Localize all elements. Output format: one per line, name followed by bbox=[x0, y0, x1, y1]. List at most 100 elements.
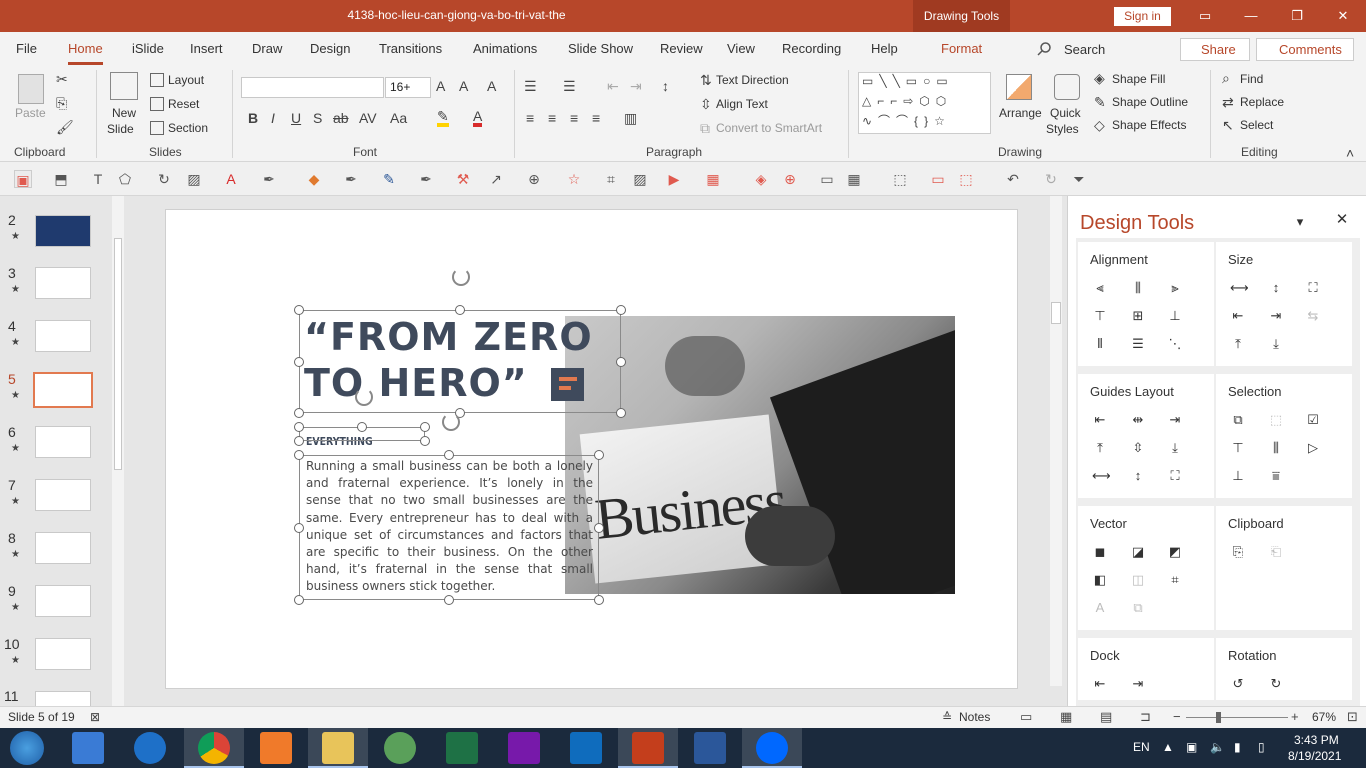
font-name-select[interactable] bbox=[241, 77, 384, 98]
numbering-icon[interactable]: ☰ bbox=[563, 79, 576, 93]
justify-icon[interactable]: ≡ bbox=[592, 111, 600, 125]
slide-canvas[interactable]: Business “FROM ZERO TO HERO” EVERYTHING … bbox=[165, 209, 1018, 689]
align-center-icon[interactable]: ⫼ bbox=[1130, 280, 1146, 296]
new-slide-icon[interactable] bbox=[110, 72, 138, 100]
find-icon[interactable]: ⌕ bbox=[1222, 71, 1230, 85]
tab-insert[interactable]: Insert bbox=[190, 41, 223, 56]
select-icon[interactable]: ↖ bbox=[1222, 118, 1234, 132]
same-width-icon[interactable]: ⟷ bbox=[1230, 280, 1249, 296]
accessibility-icon[interactable]: ⊠ bbox=[90, 710, 100, 724]
resize-handle[interactable] bbox=[616, 408, 626, 418]
resize-handle[interactable] bbox=[294, 523, 304, 533]
guide-fill-width-icon[interactable]: ⟷ bbox=[1092, 468, 1111, 484]
pane-options-icon[interactable]: ▾ bbox=[1292, 214, 1308, 230]
paste-icon[interactable] bbox=[18, 74, 44, 104]
resize-handle[interactable] bbox=[594, 523, 604, 533]
resize-handle[interactable] bbox=[294, 436, 304, 446]
tab-format[interactable]: Format bbox=[941, 41, 982, 56]
resize-handle[interactable] bbox=[616, 357, 626, 367]
slide-sorter-icon[interactable]: ▦ bbox=[1060, 710, 1072, 724]
extend-top-icon[interactable]: ⤒ bbox=[1230, 336, 1246, 352]
extend-right-icon[interactable]: ⇥ bbox=[1268, 308, 1284, 324]
union-icon[interactable]: ◼ bbox=[1092, 544, 1108, 560]
shape-fill-icon[interactable]: ◈ bbox=[1094, 71, 1105, 85]
slide-tool-icon[interactable]: ▣ bbox=[14, 170, 32, 188]
guide-left-icon[interactable]: ⇤ bbox=[1092, 412, 1108, 428]
align-top-icon[interactable]: ⊤ bbox=[1092, 308, 1108, 324]
align-text-icon[interactable]: ⇳ bbox=[700, 97, 712, 111]
pane-close-icon[interactable]: ✕ bbox=[1334, 212, 1350, 228]
zalo-icon[interactable] bbox=[756, 732, 788, 764]
tab-view[interactable]: View bbox=[727, 41, 755, 56]
copy-icon[interactable]: ⎘ bbox=[56, 96, 67, 110]
increase-font-icon[interactable]: A bbox=[436, 79, 445, 93]
arrange-button[interactable]: Arrange bbox=[999, 106, 1042, 120]
fill-eyedropper-icon[interactable]: ✒ bbox=[342, 170, 360, 188]
shadow-icon[interactable]: S bbox=[313, 111, 322, 125]
extend-bottom-icon[interactable]: ⤓ bbox=[1268, 336, 1284, 352]
clock-date[interactable]: 8/19/2021 bbox=[1288, 749, 1341, 763]
rotate-handle-icon[interactable] bbox=[452, 268, 470, 286]
customize-toolbar-icon[interactable]: ⏷ bbox=[1070, 170, 1088, 188]
columns-icon[interactable]: ▥ bbox=[624, 111, 637, 125]
pdf-app-icon[interactable] bbox=[260, 732, 292, 764]
select-button[interactable]: Select bbox=[1240, 118, 1273, 132]
slide-thumbnail-active[interactable] bbox=[33, 372, 93, 408]
same-size-icon[interactable]: ⛶ bbox=[1305, 280, 1321, 296]
layout-button[interactable]: Layout bbox=[168, 73, 204, 87]
select-check-icon[interactable]: ☑ bbox=[1305, 412, 1321, 428]
swap-size-icon[interactable]: ⇆ bbox=[1305, 308, 1321, 324]
tab-recording[interactable]: Recording bbox=[782, 41, 841, 56]
extend-left-icon[interactable]: ⇤ bbox=[1230, 308, 1246, 324]
align-left-icon[interactable]: ≡ bbox=[526, 111, 534, 125]
line-color-icon[interactable]: ✎ bbox=[380, 170, 398, 188]
excel-icon[interactable] bbox=[446, 732, 478, 764]
format-brush-icon[interactable]: ⚒ bbox=[454, 170, 472, 188]
export-icon[interactable]: ⬚ bbox=[891, 170, 909, 188]
ribbon-display-options-icon[interactable]: ▭ bbox=[1182, 0, 1228, 32]
resize-handle[interactable] bbox=[294, 422, 304, 432]
resize-handle[interactable] bbox=[294, 305, 304, 315]
target-icon[interactable]: ⊕ bbox=[781, 170, 799, 188]
image-icon[interactable]: ▨ bbox=[631, 170, 649, 188]
align-right-icon[interactable]: ⫸ bbox=[1167, 280, 1183, 296]
section-button[interactable]: Section bbox=[168, 121, 208, 135]
clock-time[interactable]: 3:43 PM bbox=[1294, 733, 1339, 747]
text-direction-button[interactable]: Text Direction bbox=[716, 73, 789, 87]
select-arrow-icon[interactable]: ▷ bbox=[1305, 440, 1321, 456]
resize-handle[interactable] bbox=[294, 450, 304, 460]
shape-combine-icon[interactable]: ⊕ bbox=[525, 170, 543, 188]
subtract-icon[interactable]: ◫ bbox=[1130, 572, 1146, 588]
smartart-icon[interactable]: ⧉ bbox=[700, 121, 710, 135]
guide-center-v-icon[interactable]: ⇳ bbox=[1130, 440, 1146, 456]
character-spacing-icon[interactable]: AV bbox=[359, 111, 377, 125]
align-center-icon[interactable]: ≡ bbox=[548, 111, 556, 125]
resize-handle[interactable] bbox=[294, 595, 304, 605]
notes-button[interactable]: Notes bbox=[959, 710, 990, 724]
replace-icon[interactable]: ⇄ bbox=[1222, 95, 1234, 109]
shape-icon[interactable]: ⬠ bbox=[116, 170, 134, 188]
powerpoint-icon[interactable] bbox=[632, 732, 664, 764]
file-explorer-icon[interactable] bbox=[322, 732, 354, 764]
find-button[interactable]: Find bbox=[1240, 72, 1263, 86]
guide-right-icon[interactable]: ⇥ bbox=[1167, 412, 1183, 428]
fill-color-icon[interactable]: ◆ bbox=[305, 170, 323, 188]
intersect-icon[interactable]: ◧ bbox=[1092, 572, 1108, 588]
comments-button[interactable]: Comments bbox=[1256, 38, 1354, 61]
slide-thumbnail[interactable] bbox=[35, 267, 91, 299]
distribute-vertical-icon[interactable]: ☰ bbox=[1130, 336, 1146, 352]
tab-help[interactable]: Help bbox=[871, 41, 898, 56]
tab-transitions[interactable]: Transitions bbox=[379, 41, 442, 56]
slide-thumbnail[interactable] bbox=[35, 691, 91, 706]
undo-icon[interactable]: ↶ bbox=[1004, 170, 1022, 188]
resize-handle[interactable] bbox=[420, 422, 430, 432]
bullets-icon[interactable]: ☰ bbox=[524, 79, 537, 93]
font-color-tool-icon[interactable]: A bbox=[222, 170, 240, 188]
resize-handle[interactable] bbox=[420, 436, 430, 446]
distribute-diagonal-icon[interactable]: ⋱ bbox=[1167, 336, 1183, 352]
minimize-icon[interactable]: — bbox=[1228, 0, 1274, 32]
replace-button[interactable]: Replace bbox=[1240, 95, 1284, 109]
editor-scrollbar[interactable] bbox=[1050, 196, 1062, 686]
align-middle-icon[interactable]: ⊞ bbox=[1130, 308, 1146, 324]
chrome-icon[interactable] bbox=[198, 732, 230, 764]
